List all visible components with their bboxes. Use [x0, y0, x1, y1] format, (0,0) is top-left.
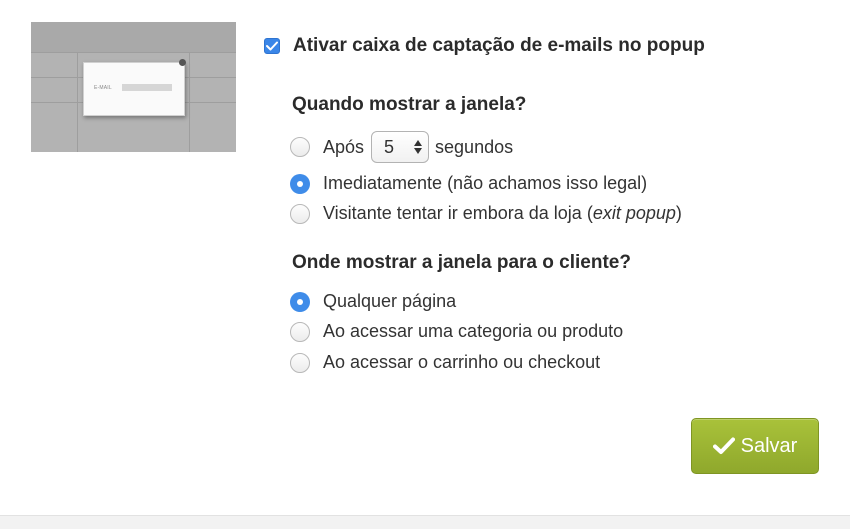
enable-popup-row[interactable]: Ativar caixa de captação de e-mails no p… [264, 35, 705, 57]
when-option-after-seconds[interactable]: Após 5 segundos [290, 131, 513, 163]
where-option-category-product[interactable]: Ao acessar uma categoria ou produto [290, 321, 623, 342]
exit-popup-label-italic: exit popup [592, 203, 676, 223]
when-option-immediately[interactable]: Imediatamente (não achamos isso legal) [290, 173, 647, 194]
checkmark-icon [712, 437, 735, 454]
checkmark-icon [266, 41, 278, 51]
footer-strip [0, 515, 850, 529]
save-button[interactable]: Salvar [691, 418, 819, 474]
popup-preview-image: E-MAIL [31, 22, 236, 152]
arrow-down-icon[interactable] [414, 148, 423, 154]
radio-exit-popup[interactable] [290, 203, 310, 224]
where-section-heading: Onde mostrar a janela para o cliente? [292, 252, 631, 273]
where-option-cart-checkout[interactable]: Ao acessar o carrinho ou checkout [290, 352, 600, 373]
after-seconds-suffix: segundos [435, 136, 514, 157]
preview-grid-line [189, 52, 190, 152]
any-page-label: Qualquer página [323, 291, 457, 311]
when-section-heading: Quando mostrar a janela? [292, 94, 527, 115]
radio-any-page[interactable] [290, 291, 310, 312]
save-button-label: Salvar [740, 434, 798, 457]
preview-grid-line [31, 52, 236, 53]
where-option-any-page[interactable]: Qualquer página [290, 291, 456, 312]
preview-grid-line [77, 52, 78, 152]
enable-popup-checkbox[interactable] [264, 38, 280, 54]
arrow-up-icon[interactable] [414, 140, 423, 146]
exit-popup-label-prefix: Visitante tentar ir embora da loja ( [323, 203, 593, 223]
seconds-stepper[interactable]: 5 [371, 131, 430, 163]
radio-after-seconds[interactable] [290, 137, 310, 157]
radio-category-product[interactable] [290, 321, 310, 342]
immediately-label: Imediatamente (não achamos isso legal) [323, 173, 648, 193]
cart-checkout-label: Ao acessar o carrinho ou checkout [323, 352, 601, 372]
radio-immediately[interactable] [290, 173, 310, 194]
stepper-arrows-icon[interactable] [414, 140, 423, 154]
enable-popup-label: Ativar caixa de captação de e-mails no p… [293, 35, 705, 56]
when-option-exit-popup[interactable]: Visitante tentar ir embora da loja (exit… [290, 203, 682, 224]
preview-close-icon [179, 59, 186, 66]
preview-field-label: E-MAIL [94, 85, 112, 91]
exit-popup-label-suffix: ) [675, 203, 682, 223]
radio-cart-checkout[interactable] [290, 352, 310, 373]
seconds-value: 5 [384, 136, 395, 157]
preview-field-input [122, 84, 172, 91]
after-seconds-prefix: Após [323, 136, 365, 157]
category-product-label: Ao acessar uma categoria ou produto [323, 321, 624, 341]
preview-header-band [31, 22, 236, 52]
preview-modal: E-MAIL [83, 62, 185, 116]
